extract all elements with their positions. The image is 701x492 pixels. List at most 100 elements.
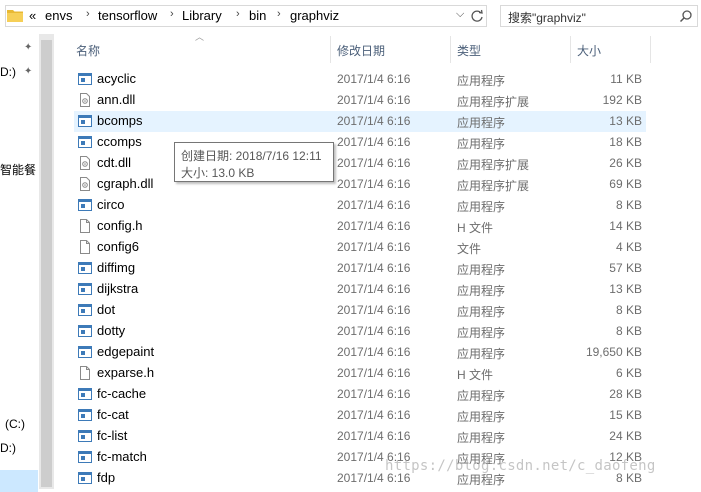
file-row[interactable]: diffimg 2017/1/4 6:16 应用程序 57 KB [74,258,646,279]
navigation-pane: ✦ D:) ✦ 智能餐 (C:) D:) [0,34,39,492]
file-size: 6 KB [615,366,642,380]
application-icon [78,282,92,296]
pin-icon[interactable]: ✦ [24,42,32,53]
file-row[interactable]: cgraph.dll 2017/1/4 6:16 应用程序扩展 69 KB [74,174,646,195]
chevron-right-icon[interactable]: › [236,8,240,20]
file-row[interactable]: config6 2017/1/4 6:16 文件 4 KB [74,237,646,258]
file-row[interactable]: cdt.dll 2017/1/4 6:16 应用程序扩展 26 KB [74,153,646,174]
column-header-date[interactable]: 修改日期 [331,36,450,63]
address-bar-area: « envs › tensorflow › Library › bin › gr… [0,0,701,34]
file-date: 2017/1/4 6:16 [337,366,411,380]
file-type: H 文件 [457,221,494,235]
application-icon [78,429,92,443]
file-size: 19,650 KB [585,345,642,359]
file-name: config.h [97,218,143,233]
file-date: 2017/1/4 6:16 [337,219,411,233]
file-type: 应用程序扩展 [457,95,530,109]
file-size: 26 KB [609,156,642,170]
file-name: ann.dll [97,92,136,107]
file-name: diffimg [97,260,136,275]
file-row[interactable]: ccomps 2017/1/4 6:16 应用程序 18 KB [74,132,646,153]
file-name: exparse.h [97,365,155,380]
address-overflow[interactable]: « [29,8,36,23]
crumb-envs[interactable]: envs [45,8,72,23]
file-size: 11 KB [610,72,642,86]
file-date: 2017/1/4 6:16 [337,261,411,275]
file-row[interactable]: fc-cat 2017/1/4 6:16 应用程序 15 KB [74,405,646,426]
file-size: 28 KB [609,387,642,401]
file-name: dotty [97,323,126,338]
file-type: 应用程序 [457,263,506,277]
nav-item-drive-d[interactable]: D:) [0,65,16,79]
file-row[interactable]: exparse.h 2017/1/4 6:16 H 文件 6 KB [74,363,646,384]
file-name: fc-cache [97,386,147,401]
file-type: 应用程序扩展 [457,179,530,193]
file-date: 2017/1/4 6:16 [337,429,411,443]
dll-file-icon [78,156,92,170]
chevron-right-icon[interactable]: › [86,8,90,20]
file-row[interactable]: ann.dll 2017/1/4 6:16 应用程序扩展 192 KB [74,90,646,111]
file-type: 应用程序 [457,389,506,403]
file-row[interactable]: fc-cache 2017/1/4 6:16 应用程序 28 KB [74,384,646,405]
file-date: 2017/1/4 6:16 [337,282,411,296]
file-row[interactable]: config.h 2017/1/4 6:16 H 文件 14 KB [74,216,646,237]
column-header-size[interactable]: 大小 [571,36,651,63]
file-size: 15 KB [609,408,642,422]
search-icon[interactable] [679,9,693,23]
crumb-graphviz[interactable]: graphviz [290,8,339,23]
file-row[interactable]: dot 2017/1/4 6:16 应用程序 8 KB [74,300,646,321]
search-box[interactable]: 搜索"graphviz" [500,5,698,27]
search-input[interactable]: 搜索"graphviz" [508,9,586,26]
file-icon [78,366,92,380]
file-row[interactable]: fc-list 2017/1/4 6:16 应用程序 24 KB [74,426,646,447]
file-size: 4 KB [615,240,642,254]
tooltip-size: 大小: 13.0 KB [181,166,255,180]
file-row[interactable]: dotty 2017/1/4 6:16 应用程序 8 KB [74,321,646,342]
nav-item-folder[interactable]: 智能餐 [0,161,36,178]
file-type: 应用程序 [457,116,506,130]
chevron-down-icon[interactable]: ⌵ [456,8,464,21]
dll-file-icon [78,93,92,107]
file-size: 69 KB [609,177,642,191]
file-type: 应用程序 [457,284,506,298]
chevron-right-icon[interactable]: › [170,8,174,20]
file-type: 应用程序 [457,74,506,88]
file-row[interactable]: bcomps 2017/1/4 6:16 应用程序 13 KB [74,111,646,132]
column-divider[interactable] [650,36,651,63]
file-date: 2017/1/4 6:16 [337,177,411,191]
file-date: 2017/1/4 6:16 [337,345,411,359]
crumb-tensorflow[interactable]: tensorflow [98,8,157,23]
file-row[interactable]: circo 2017/1/4 6:16 应用程序 8 KB [74,195,646,216]
pin-icon[interactable]: ✦ [24,66,32,77]
nav-scrollbar-thumb[interactable] [41,40,52,487]
file-type: 应用程序扩展 [457,158,530,172]
application-icon [78,303,92,317]
file-size: 13 KB [609,114,642,128]
file-name: cgraph.dll [97,176,154,191]
column-header-name[interactable]: 名称 [74,36,330,63]
file-date: 2017/1/4 6:16 [337,240,411,254]
file-tooltip: 创建日期: 2018/7/16 12:11 大小: 13.0 KB [174,142,334,182]
file-size: 192 KB [602,93,642,107]
file-row[interactable]: acyclic 2017/1/4 6:16 应用程序 11 KB [74,69,646,90]
crumb-library[interactable]: Library [182,8,222,23]
tooltip-created: 创建日期: 2018/7/16 12:11 [181,149,322,163]
column-header-type[interactable]: 类型 [451,36,570,63]
watermark-text: https://blog.csdn.net/c_daofeng [385,458,656,474]
nav-item-drive-c[interactable]: (C:) [5,417,25,431]
chevron-right-icon[interactable]: › [277,8,281,20]
application-icon [78,72,92,86]
address-bar[interactable] [5,5,487,27]
file-date: 2017/1/4 6:16 [337,135,411,149]
application-icon [78,198,92,212]
crumb-bin[interactable]: bin [249,8,266,23]
file-row[interactable]: dijkstra 2017/1/4 6:16 应用程序 13 KB [74,279,646,300]
file-date: 2017/1/4 6:16 [337,387,411,401]
file-row[interactable]: edgepaint 2017/1/4 6:16 应用程序 19,650 KB [74,342,646,363]
refresh-icon[interactable] [470,9,484,23]
file-size: 57 KB [609,261,642,275]
file-type: 应用程序 [457,305,506,319]
nav-item-drive-d-selected[interactable]: D:) [0,441,16,455]
file-date: 2017/1/4 6:16 [337,303,411,317]
file-type: 文件 [457,242,482,256]
